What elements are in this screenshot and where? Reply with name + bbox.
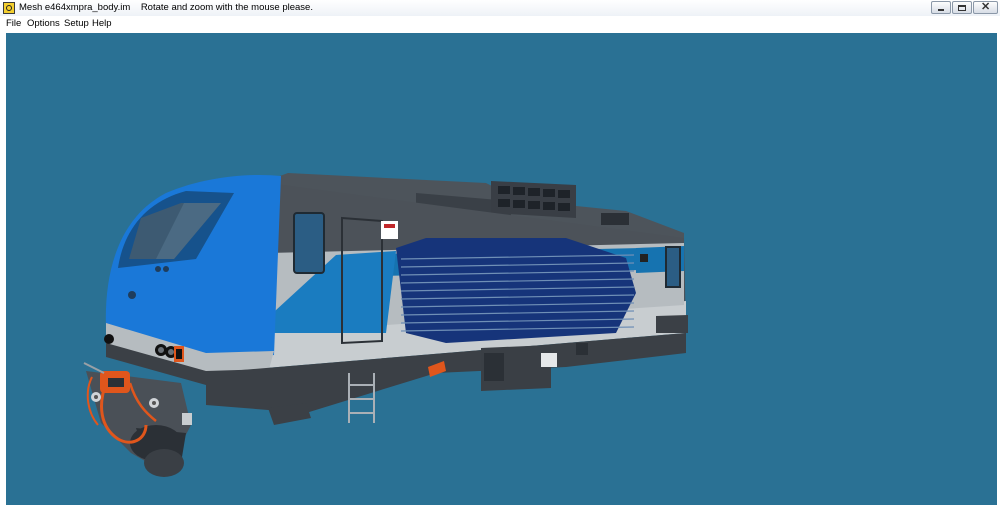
menu-help[interactable]: Help — [92, 18, 112, 29]
menu-options[interactable]: Options — [27, 18, 60, 29]
3d-viewport[interactable] — [6, 33, 997, 505]
maximize-button[interactable] — [952, 1, 972, 14]
minimize-button[interactable] — [931, 1, 951, 14]
menu-setup[interactable]: Setup — [64, 18, 89, 29]
menu-file[interactable]: File — [6, 18, 21, 29]
menu-bar: File Options Setup Help — [0, 16, 1000, 31]
minimize-icon — [938, 9, 944, 11]
title-bar[interactable]: Mesh e464xmpra_body.im Rotate and zoom w… — [0, 0, 1000, 16]
close-button[interactable]: ✕ — [973, 1, 998, 14]
close-icon: ✕ — [981, 1, 991, 13]
window-title: Mesh e464xmpra_body.im Rotate and zoom w… — [19, 2, 313, 13]
window-hint: Rotate and zoom with the mouse please. — [140, 2, 313, 13]
locomotive-3d-model — [83, 173, 688, 477]
app-icon[interactable] — [3, 2, 15, 14]
maximize-icon — [958, 5, 966, 11]
